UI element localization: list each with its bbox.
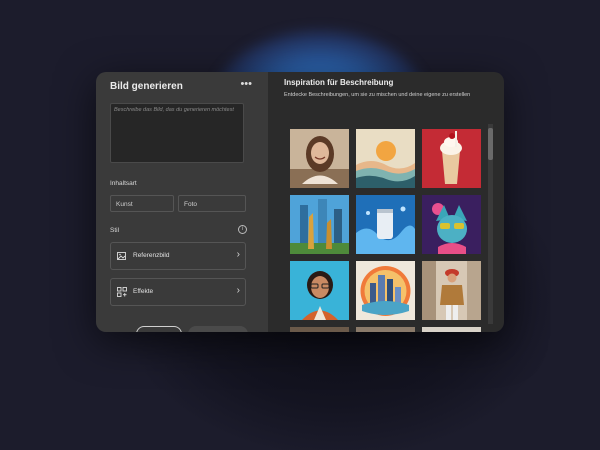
reference-image-label: Referenzbild (133, 252, 170, 259)
content-type-art[interactable]: Kunst (110, 195, 174, 212)
effects-label: Effekte (133, 288, 154, 295)
secondary-action-button[interactable] (136, 326, 182, 332)
style-label: Stil (110, 227, 120, 234)
inspiration-image-city-circle[interactable] (356, 261, 415, 320)
inspiration-image-row4-2[interactable] (356, 327, 415, 332)
more-horizontal-icon[interactable]: ••• (240, 78, 252, 90)
inspiration-image-fashion-street[interactable] (422, 261, 481, 320)
inspiration-image-portrait-woman[interactable] (290, 129, 349, 188)
chevron-right-icon: › (236, 249, 240, 260)
chevron-right-icon: › (236, 285, 240, 296)
generate-button[interactable] (188, 326, 248, 332)
prompt-input[interactable] (110, 103, 244, 163)
settings-panel: Bild generieren ••• Inhaltsart Kunst Fot… (96, 72, 268, 332)
inspiration-panel: Inspiration für Beschreibung Entdecke Be… (268, 72, 504, 332)
inspiration-image-row4-1[interactable] (290, 327, 349, 332)
inspiration-image-row4-3[interactable] (422, 327, 481, 332)
inspiration-image-woman-glasses[interactable] (290, 261, 349, 320)
effects-button[interactable]: Effekte › (110, 278, 246, 306)
inspiration-image-dog-glasses[interactable] (422, 195, 481, 254)
scrollbar-thumb[interactable] (488, 128, 493, 160)
inspiration-subtitle: Entdecke Beschreibungen, um sie zu misch… (284, 92, 471, 98)
content-type-photo[interactable]: Foto (178, 195, 246, 212)
generate-image-dialog: Bild generieren ••• Inhaltsart Kunst Fot… (96, 72, 504, 332)
effects-icon (117, 287, 127, 297)
inspiration-title: Inspiration für Beschreibung (284, 78, 394, 87)
inspiration-image-giraffes-city[interactable] (290, 195, 349, 254)
content-type-label: Inhaltsart (110, 180, 137, 187)
reference-image-button[interactable]: Referenzbild › (110, 242, 246, 270)
dialog-title: Bild generieren (110, 81, 183, 92)
info-icon[interactable]: i (238, 225, 247, 234)
reference-image-icon (117, 252, 126, 260)
inspiration-image-can-splash[interactable] (356, 195, 415, 254)
inspiration-image-sunset-mountains[interactable] (356, 129, 415, 188)
inspiration-image-milkshake[interactable] (422, 129, 481, 188)
